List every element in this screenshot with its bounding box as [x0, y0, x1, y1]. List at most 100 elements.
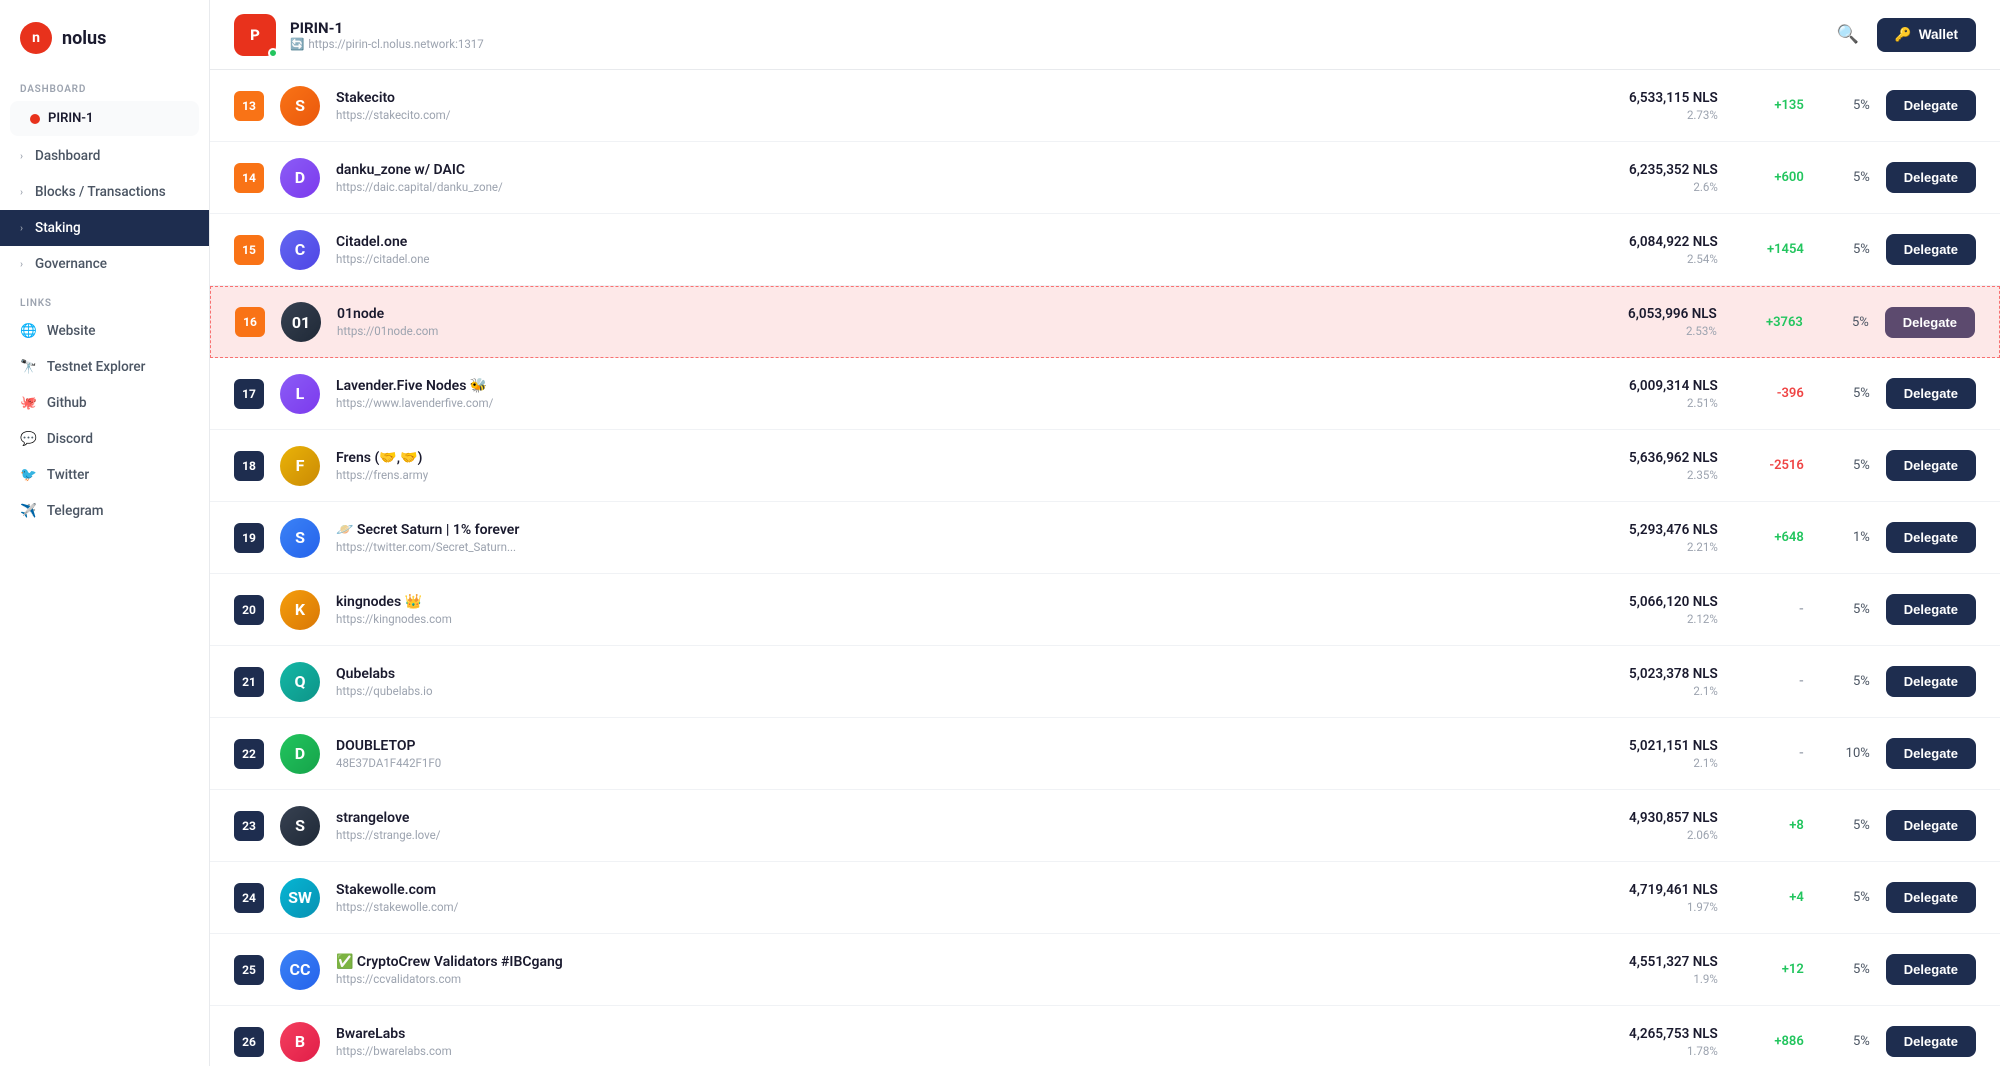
sidebar-item-label: Governance: [35, 256, 107, 272]
sidebar-item-blocks-transactions[interactable]: › Blocks / Transactions: [0, 174, 209, 210]
stake-amount: 6,084,922 NLS: [1588, 234, 1718, 250]
stake-percent: 1.9%: [1588, 972, 1718, 986]
sidebar-network-name: PIRIN-1: [48, 111, 93, 126]
sidebar-item-discord[interactable]: 💬 Discord: [0, 421, 209, 457]
validator-info: Stakecito https://stakecito.com/: [336, 90, 1572, 122]
validator-url: https://qubelabs.io: [336, 684, 1572, 698]
validator-fee: 5%: [1820, 458, 1870, 473]
validator-change: -2516: [1734, 458, 1804, 473]
chevron-icon: ›: [20, 187, 23, 198]
validator-stake: 4,930,857 NLS 2.06%: [1588, 810, 1718, 842]
topbar-network-icon: P: [234, 14, 276, 56]
stake-percent: 2.53%: [1587, 324, 1717, 338]
sidebar-item-telegram[interactable]: ✈️ Telegram: [0, 493, 209, 529]
validator-fee: 5%: [1819, 315, 1869, 330]
validator-info: Lavender.Five Nodes 🐝 https://www.lavend…: [336, 378, 1572, 410]
stake-percent: 2.21%: [1588, 540, 1718, 554]
delegate-button[interactable]: Delegate: [1886, 450, 1976, 481]
table-row: 23 S strangelove https://strange.love/ 4…: [210, 790, 2000, 862]
dashboard-section-label: DASHBOARD: [0, 76, 209, 99]
search-button[interactable]: 🔍: [1831, 18, 1865, 51]
key-icon: 🔑: [1895, 27, 1912, 43]
validator-info: ✅ CryptoCrew Validators #IBCgang https:/…: [336, 954, 1572, 986]
validator-stake: 4,719,461 NLS 1.97%: [1588, 882, 1718, 914]
sidebar-item-label: Github: [47, 395, 87, 411]
delegate-button[interactable]: Delegate: [1886, 1026, 1976, 1057]
table-row: 16 01 01node https://01node.com 6,053,99…: [210, 286, 2000, 358]
delegate-button[interactable]: Delegate: [1886, 594, 1976, 625]
validator-stake: 6,533,115 NLS 2.73%: [1588, 90, 1718, 122]
rank-badge: 26: [234, 1027, 264, 1057]
twitter-icon: 🐦: [20, 467, 37, 483]
delegate-button[interactable]: Delegate: [1886, 162, 1976, 193]
topbar: P PIRIN-1 🔄 https://pirin-cl.nolus.netwo…: [210, 0, 2000, 70]
validator-name: ✅ CryptoCrew Validators #IBCgang: [336, 954, 1572, 970]
sidebar-item-website[interactable]: 🌐 Website: [0, 313, 209, 349]
validator-url: https://01node.com: [337, 324, 1571, 338]
sidebar-logo: n nolus: [0, 0, 209, 76]
delegate-button[interactable]: Delegate: [1886, 882, 1976, 913]
table-row: 17 L Lavender.Five Nodes 🐝 https://www.l…: [210, 358, 2000, 430]
sidebar-item-testnet-explorer[interactable]: 🔭 Testnet Explorer: [0, 349, 209, 385]
validator-change: +135: [1734, 98, 1804, 113]
rank-badge: 13: [234, 91, 264, 121]
avatar: CC: [280, 950, 320, 990]
avatar: SW: [280, 878, 320, 918]
sidebar-item-governance[interactable]: › Governance: [0, 246, 209, 282]
stake-percent: 2.51%: [1588, 396, 1718, 410]
validator-info: Qubelabs https://qubelabs.io: [336, 666, 1572, 698]
sidebar-item-twitter[interactable]: 🐦 Twitter: [0, 457, 209, 493]
topbar-network-url: 🔄 https://pirin-cl.nolus.network:1317: [290, 37, 484, 51]
validator-fee: 5%: [1820, 962, 1870, 977]
table-row: 14 D danku_zone w/ DAIC https://daic.cap…: [210, 142, 2000, 214]
validator-name: 🪐 Secret Saturn | 1% forever: [336, 522, 1572, 538]
stake-percent: 1.97%: [1588, 900, 1718, 914]
stake-percent: 2.6%: [1588, 180, 1718, 194]
validator-name: Frens (🤝,🤝): [336, 450, 1572, 466]
validator-info: BwareLabs https://bwarelabs.com: [336, 1026, 1572, 1058]
chevron-icon: ›: [20, 151, 23, 162]
avatar: S: [280, 518, 320, 558]
validator-fee: 5%: [1820, 818, 1870, 833]
avatar: 01: [281, 302, 321, 342]
table-row: 21 Q Qubelabs https://qubelabs.io 5,023,…: [210, 646, 2000, 718]
sidebar-item-dashboard[interactable]: › Dashboard: [0, 138, 209, 174]
validator-fee: 5%: [1820, 1034, 1870, 1049]
stake-amount: 4,551,327 NLS: [1588, 954, 1718, 970]
topbar-network-info: PIRIN-1 🔄 https://pirin-cl.nolus.network…: [290, 19, 484, 51]
table-row: 15 C Citadel.one https://citadel.one 6,0…: [210, 214, 2000, 286]
delegate-button[interactable]: Delegate: [1886, 738, 1976, 769]
stake-percent: 2.1%: [1588, 684, 1718, 698]
chevron-icon: ›: [20, 223, 23, 234]
github-icon: 🐙: [20, 395, 37, 411]
sidebar-item-staking[interactable]: › Staking: [0, 210, 209, 246]
stake-percent: 2.54%: [1588, 252, 1718, 266]
validator-name: danku_zone w/ DAIC: [336, 162, 1572, 178]
telegram-icon: ✈️: [20, 503, 37, 519]
rank-badge: 23: [234, 811, 264, 841]
rank-badge: 22: [234, 739, 264, 769]
validator-name: kingnodes 👑: [336, 594, 1572, 610]
validator-stake: 4,265,753 NLS 1.78%: [1588, 1026, 1718, 1058]
delegate-button[interactable]: Delegate: [1885, 307, 1975, 338]
sidebar-item-github[interactable]: 🐙 Github: [0, 385, 209, 421]
delegate-button[interactable]: Delegate: [1886, 234, 1976, 265]
chevron-icon: ›: [20, 259, 23, 270]
avatar: S: [280, 806, 320, 846]
validator-fee: 5%: [1820, 890, 1870, 905]
validator-change: -: [1734, 746, 1804, 761]
wallet-button[interactable]: 🔑 Wallet: [1877, 18, 1976, 52]
validator-stake: 5,636,962 NLS 2.35%: [1588, 450, 1718, 482]
logo-text: nolus: [62, 28, 106, 49]
sidebar-network-item[interactable]: PIRIN-1: [10, 101, 199, 136]
delegate-button[interactable]: Delegate: [1886, 810, 1976, 841]
delegate-button[interactable]: Delegate: [1886, 90, 1976, 121]
delegate-button[interactable]: Delegate: [1886, 954, 1976, 985]
validator-info: DOUBLETOP 48E37DA1F442F1F0: [336, 738, 1572, 770]
delegate-button[interactable]: Delegate: [1886, 522, 1976, 553]
delegate-button[interactable]: Delegate: [1886, 378, 1976, 409]
validator-change: -396: [1734, 386, 1804, 401]
stake-amount: 4,719,461 NLS: [1588, 882, 1718, 898]
delegate-button[interactable]: Delegate: [1886, 666, 1976, 697]
table-row: 20 K kingnodes 👑 https://kingnodes.com 5…: [210, 574, 2000, 646]
